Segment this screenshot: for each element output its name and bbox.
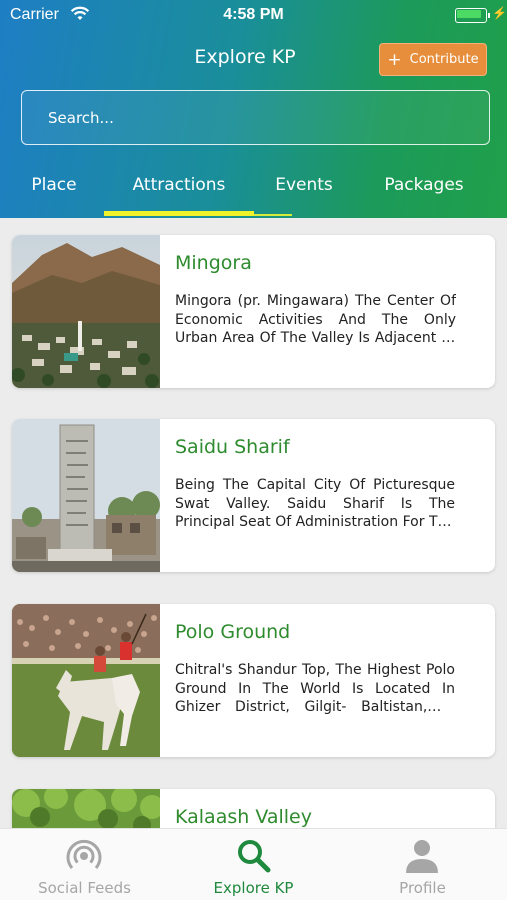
tab-indicator-tail (254, 214, 292, 216)
plus-icon: + (387, 49, 402, 70)
tab-label: Packages (384, 175, 464, 195)
tab-packages[interactable]: Packages (354, 152, 494, 218)
tabbar-label: Social Feeds (38, 879, 131, 897)
tab-events[interactable]: Events (254, 152, 354, 218)
search-input[interactable] (22, 91, 489, 144)
category-tabs: Place Attractions Events Packages (0, 152, 507, 218)
card-description: Mingora (pr. Mingawara) The Center Of Ec… (175, 293, 456, 346)
tabbar-explore-kp[interactable]: Explore KP (169, 829, 338, 900)
search-box (21, 90, 490, 145)
green-valley-photo (12, 789, 160, 828)
polo-horses-photo (12, 604, 160, 757)
attraction-card-mingora[interactable]: Mingora Mingora (pr. Mingawara) The Cent… (12, 235, 495, 388)
attraction-card-saidu-sharif[interactable]: Saidu Sharif Being The Capital City Of P… (12, 419, 495, 572)
active-tab-indicator (104, 211, 254, 216)
monument-photo (12, 419, 160, 572)
attractions-list[interactable]: Mingora Mingora (pr. Mingawara) The Cent… (0, 218, 507, 828)
tabbar-profile[interactable]: Profile (338, 829, 507, 900)
broadcast-icon (66, 839, 102, 869)
contribute-button[interactable]: + Contribute (379, 43, 487, 76)
attraction-card-kalaash-valley[interactable]: Kalaash Valley (12, 789, 495, 828)
header: Carrier 4:58 PM ⚡ Explore KP + Contribut… (0, 0, 507, 218)
tabbar-label: Explore KP (213, 879, 294, 897)
tabbar-social-feeds[interactable]: Social Feeds (0, 829, 169, 900)
clock: 4:58 PM (223, 6, 284, 23)
card-description: Chitral's Shandur Top, The Highest Polo … (175, 662, 455, 715)
tab-place[interactable]: Place (0, 152, 108, 218)
tabbar-label: Profile (399, 879, 446, 897)
person-icon (406, 840, 438, 873)
card-title: Saidu Sharif (175, 436, 290, 458)
mountain-town-photo (12, 235, 160, 388)
tab-label: Events (275, 175, 333, 195)
status-bar: Carrier 4:58 PM ⚡ (0, 0, 507, 32)
card-description: Being The Capital City Of Picturesque Sw… (175, 477, 455, 530)
tab-label: Place (31, 175, 77, 195)
tab-label: Attractions (132, 175, 226, 195)
tab-attractions[interactable]: Attractions (104, 152, 254, 218)
search-icon (238, 840, 271, 873)
bottom-tab-bar: Social Feeds Explore KP Profile (0, 828, 507, 900)
battery-icon: ⚡ (455, 6, 507, 24)
card-title: Mingora (175, 252, 252, 274)
card-title: Kalaash Valley (175, 806, 312, 828)
attraction-card-polo-ground[interactable]: Polo Ground Chitral's Shandur Top, The H… (12, 604, 495, 757)
card-title: Polo Ground (175, 621, 291, 643)
contribute-label: Contribute (409, 52, 479, 67)
